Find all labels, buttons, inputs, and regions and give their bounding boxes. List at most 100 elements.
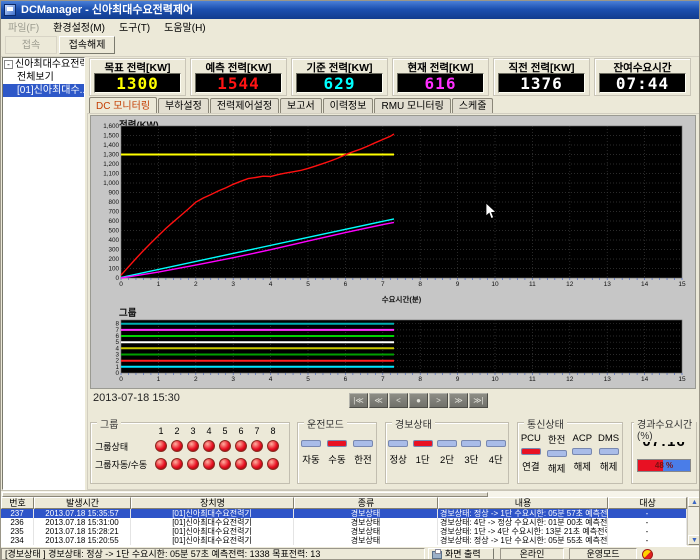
disconnect-button[interactable]: 접속해제 [59, 36, 115, 54]
svg-text:1,000: 1,000 [103, 180, 119, 187]
power-chart: 0123456789101112131415010020030040050060… [91, 116, 695, 304]
tab-schedule[interactable]: 스케줄 [452, 98, 494, 114]
comm-dms-state: 해제 [600, 459, 617, 473]
scroll-down-icon[interactable]: ▼ [688, 535, 700, 545]
comm-acp-state: 해제 [574, 459, 591, 473]
group-status-led [251, 440, 263, 452]
comm-dms-led [599, 448, 619, 455]
comm-pcu-state: 연결 [522, 459, 539, 473]
elapsed-panel: 경과수요시간(%) 07:16 48 % [631, 422, 697, 484]
alarm-level3-label: 3단 [464, 452, 478, 466]
horizontal-scrollbar[interactable] [1, 490, 700, 497]
menu-item-settings[interactable]: 환경설정(M) [46, 19, 112, 34]
svg-text:15: 15 [678, 376, 686, 383]
gauge-value: 1544 [195, 73, 282, 93]
elapsed-percent-label: 48 % [638, 460, 690, 471]
tree-item-device-01[interactable]: [01]신아최대수... [3, 84, 84, 97]
svg-text:700: 700 [108, 209, 119, 216]
menu-item-tools[interactable]: 도구(T) [112, 19, 157, 34]
svg-text:7: 7 [381, 376, 385, 383]
group-status-led [155, 440, 167, 452]
table-row[interactable]: 2372013.07.18 15:35:57[01]신아최대수요전력기경보상태경… [1, 509, 687, 518]
svg-text:9: 9 [456, 376, 460, 383]
table-row[interactable]: 2342013.07.18 15:20:55[01]신아최대수요전력기경보상태경… [1, 536, 687, 545]
group-auto-manual-led [219, 458, 231, 470]
svg-text:14: 14 [641, 281, 649, 288]
table-vertical-scrollbar[interactable]: ▲ ▼ [687, 497, 700, 545]
seek-end-button[interactable]: ≫| [469, 393, 488, 408]
table-row[interactable]: 2352013.07.18 15:28:21[01]신아최대수요전력기경보상태경… [1, 527, 687, 536]
step-forward-button[interactable]: > [429, 393, 448, 408]
col-header-content[interactable]: 내용 [438, 497, 608, 509]
mode-kepco-label: 한전 [354, 452, 371, 466]
tree-root[interactable]: -신아최대수요전력... [3, 58, 84, 71]
tab-load-settings[interactable]: 부하설정 [158, 98, 209, 114]
rewind-button[interactable]: ≪ [369, 393, 388, 408]
col-header-time[interactable]: 발생시간 [34, 497, 131, 509]
app-icon [4, 4, 16, 16]
group-status-led [219, 440, 231, 452]
svg-text:4: 4 [269, 281, 273, 288]
svg-text:3: 3 [115, 352, 119, 359]
col-header-no[interactable]: 번호 [1, 497, 34, 509]
print-screen-button[interactable]: 화면 출력 [428, 548, 494, 560]
svg-text:수요시간(분): 수요시간(분) [382, 294, 422, 304]
col-header-type[interactable]: 종류 [294, 497, 438, 509]
chart-timestamp: 2013-07-18 15:30 [93, 392, 180, 404]
alarm-normal-label: 정상 [389, 452, 406, 466]
table-row[interactable]: 2362013.07.18 15:31:00[01]신아최대수요전력기경보상태경… [1, 518, 687, 527]
tab-dc-monitoring[interactable]: DC 모니터링 [89, 97, 157, 113]
scroll-up-icon[interactable]: ▲ [688, 497, 700, 507]
group-col-label: 4 [201, 426, 217, 436]
svg-text:500: 500 [108, 228, 119, 235]
group-col-label: 1 [153, 426, 169, 436]
svg-text:1: 1 [157, 376, 161, 383]
menu-item-help[interactable]: 도움말(H) [157, 19, 212, 34]
svg-text:1: 1 [115, 364, 119, 371]
svg-text:5: 5 [115, 339, 119, 346]
status-alert-icon [642, 549, 653, 560]
svg-text:200: 200 [108, 256, 119, 263]
comm-pcu-led [521, 448, 541, 455]
svg-text:11: 11 [529, 281, 536, 288]
log-table-body: 2372013.07.18 15:35:57[01]신아최대수요전력기경보상태경… [1, 509, 687, 546]
gauge-forecast-power: 예측 전력[KW] 1544 [190, 58, 287, 96]
svg-text:7: 7 [381, 281, 385, 288]
fast-forward-button[interactable]: ≫ [449, 393, 468, 408]
record-button[interactable]: ● [409, 393, 428, 408]
col-header-target[interactable]: 대상 [608, 497, 687, 509]
title-bar[interactable]: DCManager - 신아최대수요전력제어 [1, 1, 700, 19]
svg-text:0: 0 [119, 281, 123, 288]
tab-report[interactable]: 보고서 [280, 98, 322, 114]
comm-acp-led [572, 448, 592, 455]
step-back-button[interactable]: < [389, 393, 408, 408]
svg-text:3: 3 [231, 281, 235, 288]
svg-text:2: 2 [194, 376, 198, 383]
svg-text:3: 3 [231, 376, 235, 383]
tree-item-all[interactable]: 전체보기 [3, 71, 84, 84]
group-auto-manual-led [187, 458, 199, 470]
svg-text:0: 0 [115, 275, 119, 282]
svg-text:10: 10 [491, 376, 499, 383]
tab-history[interactable]: 이력정보 [323, 98, 374, 114]
svg-text:5: 5 [306, 281, 310, 288]
menu-bar: 파일(F) 환경설정(M) 도구(T) 도움말(H) [1, 19, 700, 34]
connect-button: 접속 [5, 36, 57, 54]
group-panel-legend: 그룹 [97, 416, 121, 431]
tab-power-control[interactable]: 전력제어설정 [210, 98, 279, 114]
group-panel: 그룹 1 2 3 4 5 6 7 8 그룹상태 그룹자동/수동 [90, 422, 290, 484]
col-header-device[interactable]: 장치명 [131, 497, 294, 509]
tab-bar: DC 모니터링 부하설정 전력제어설정 보고서 이력정보 RMU 모니터링 스케… [89, 98, 494, 114]
svg-text:4: 4 [269, 376, 273, 383]
seek-start-button[interactable]: |≪ [349, 393, 368, 408]
gauge-previous-power: 직전 전력[KW] 1376 [493, 58, 590, 96]
collapse-icon[interactable]: - [4, 60, 13, 69]
comm-kepco-state: 해제 [548, 461, 565, 475]
comm-panel-legend: 통신상태 [524, 416, 567, 431]
group-col-label: 6 [233, 426, 249, 436]
group-auto-manual-led [235, 458, 247, 470]
group-auto-manual-led [267, 458, 279, 470]
alarm-panel-legend: 경보상태 [392, 416, 435, 431]
tab-rmu-monitoring[interactable]: RMU 모니터링 [374, 98, 450, 114]
group-status-led [203, 440, 215, 452]
